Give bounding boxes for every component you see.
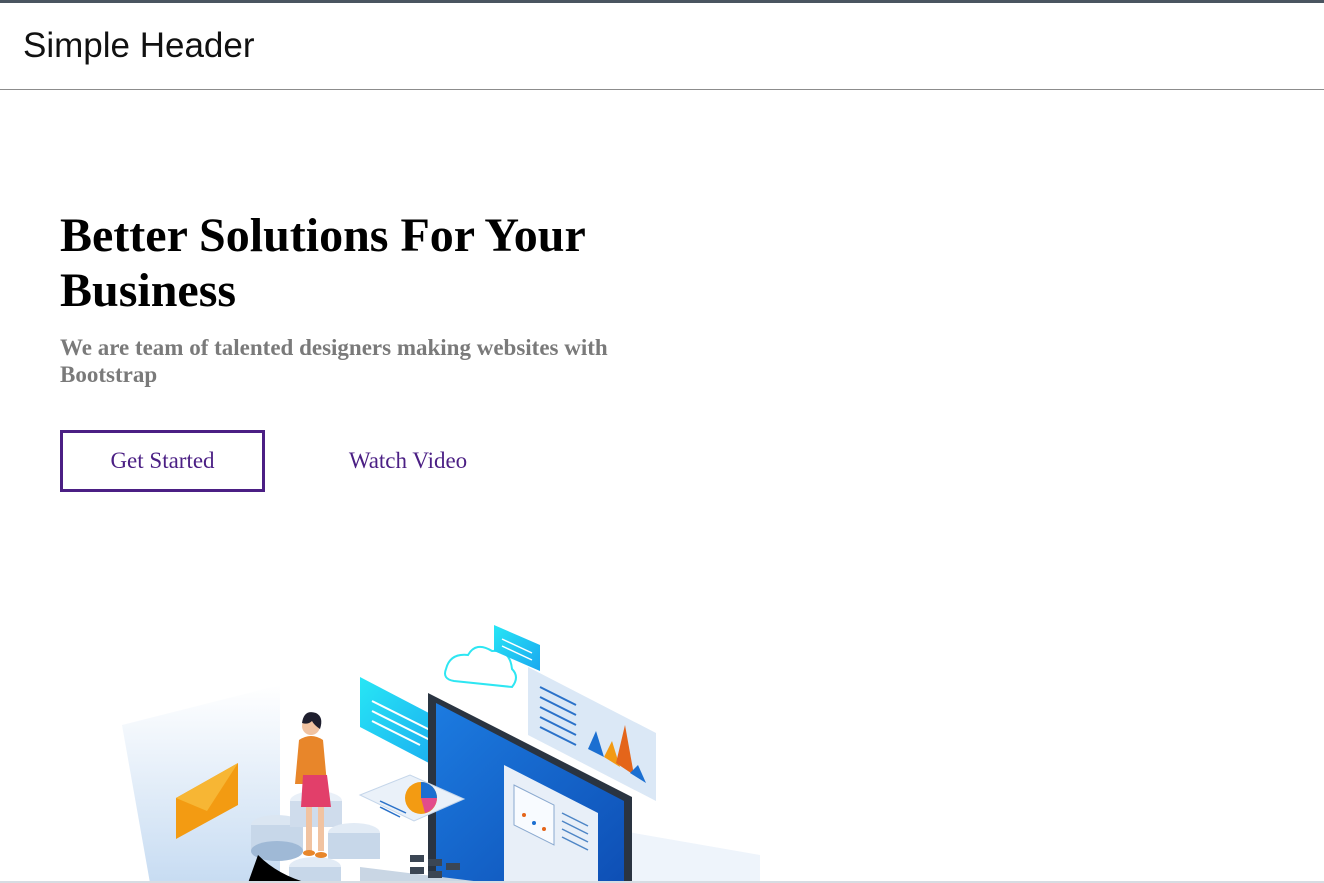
hero-title: Better Solutions For Your Business <box>60 209 585 317</box>
site-brand[interactable]: Simple Header <box>23 26 255 66</box>
hero-subtitle: We are team of talented designers making… <box>60 335 608 387</box>
site-header: Simple Header <box>0 3 1324 90</box>
get-started-button[interactable]: Get Started <box>60 430 265 492</box>
watch-video-link[interactable]: Watch Video <box>318 430 498 492</box>
business-illustration-icon <box>122 625 760 883</box>
